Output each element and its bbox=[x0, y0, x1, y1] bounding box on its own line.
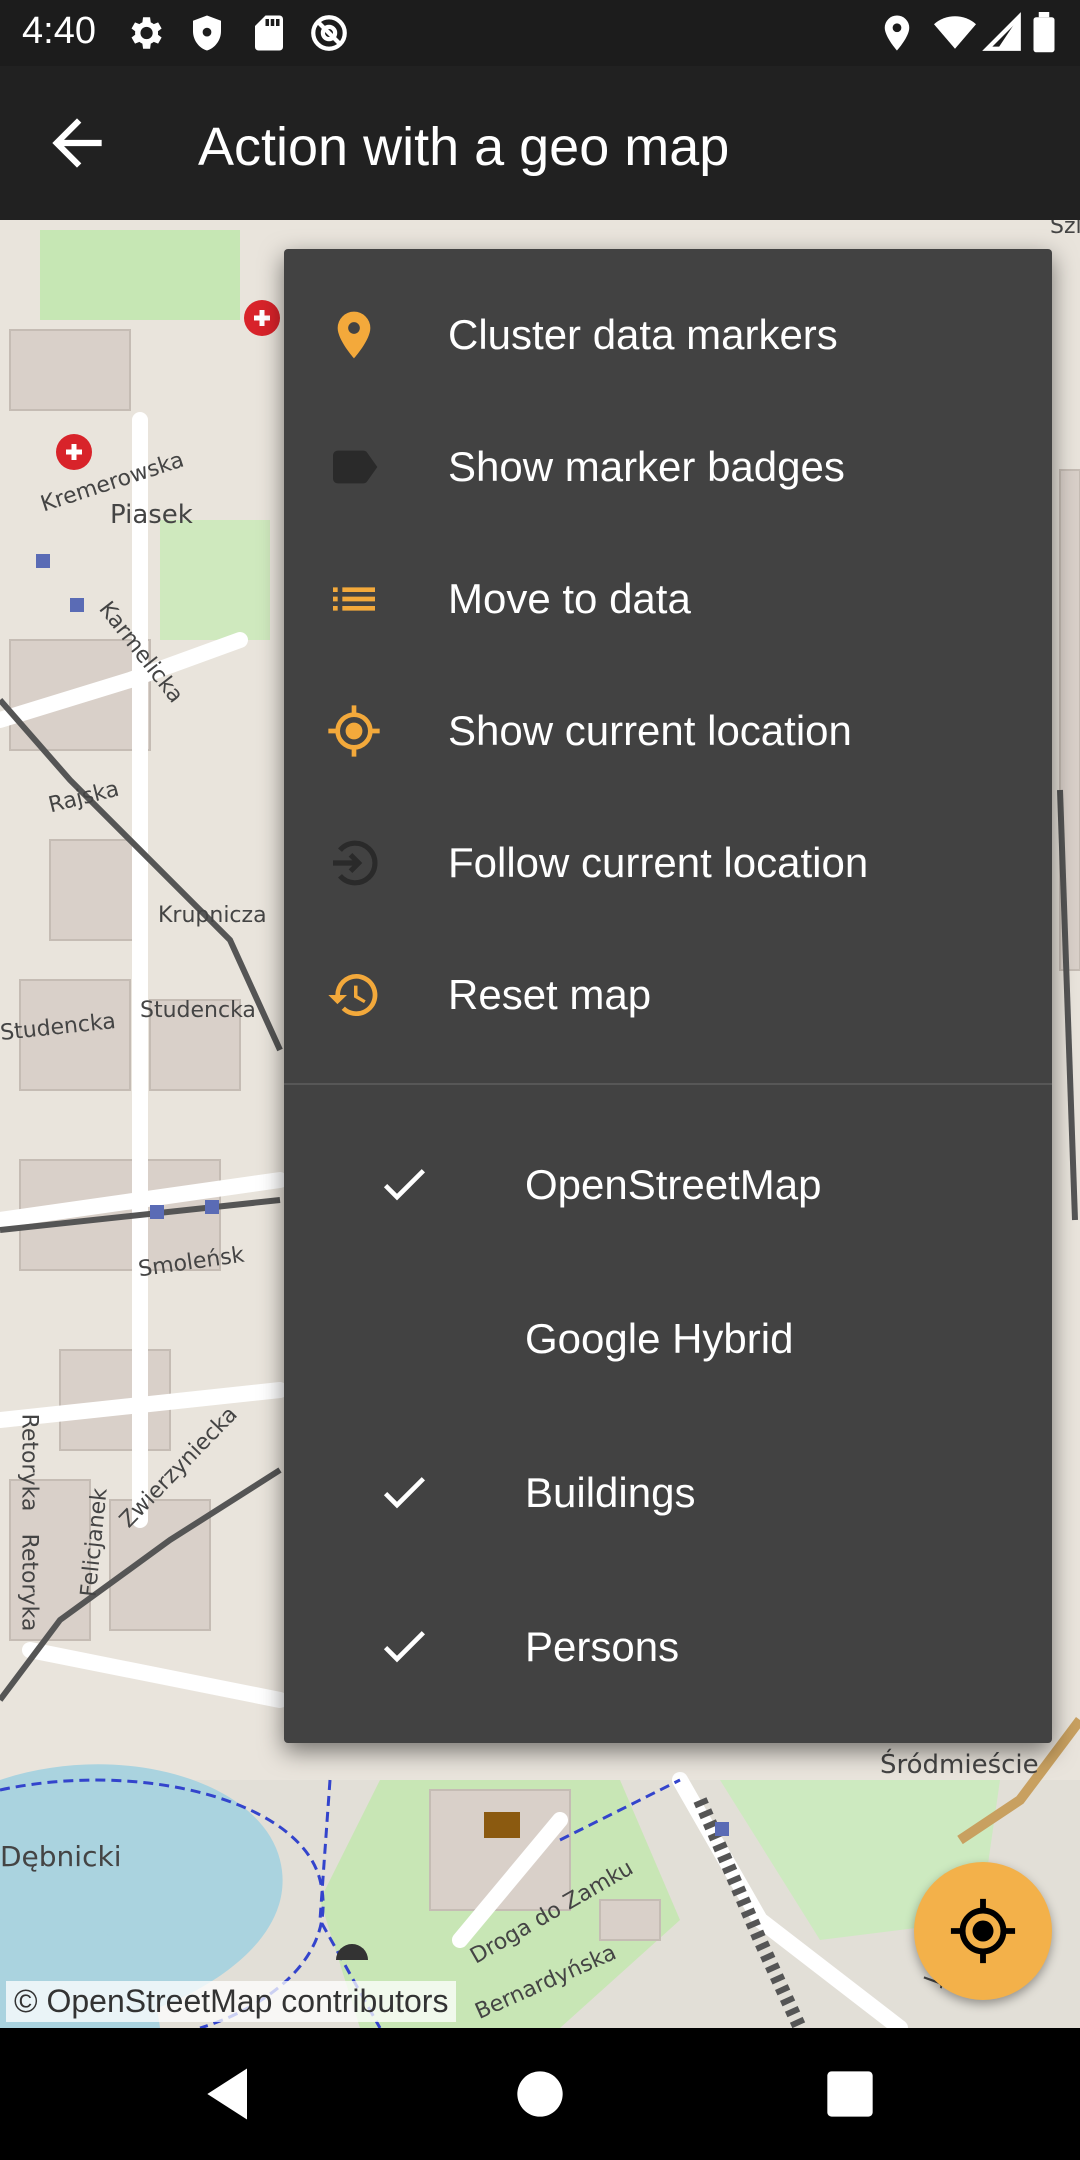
street-label: Szlak bbox=[1050, 220, 1080, 239]
menu-item-label: Show current location bbox=[448, 707, 852, 754]
check-icon bbox=[376, 1464, 432, 1520]
nav-back-icon[interactable] bbox=[196, 2060, 264, 2128]
district-label: Piasek bbox=[110, 500, 193, 530]
status-bar: 4:40 bbox=[0, 0, 1080, 66]
wifi-icon bbox=[934, 12, 976, 54]
overflow-menu: Cluster data markers Show marker badges … bbox=[284, 249, 1052, 1743]
menu-item-label: Cluster data markers bbox=[448, 311, 838, 358]
label-tag-icon bbox=[326, 439, 382, 495]
status-time: 4:40 bbox=[22, 10, 96, 52]
district-label: Śródmieście bbox=[880, 1750, 1039, 1780]
menu-item-label: Move to data bbox=[448, 575, 691, 622]
signal-icon bbox=[982, 12, 1024, 54]
layer-label: Google Hybrid bbox=[525, 1315, 794, 1362]
menu-item-cluster-data-markers[interactable]: Cluster data markers bbox=[284, 269, 1052, 401]
at-sign-icon bbox=[308, 12, 350, 54]
menu-divider bbox=[284, 1083, 1052, 1085]
menu-item-label: Follow current location bbox=[448, 839, 869, 886]
layer-label: OpenStreetMap bbox=[525, 1161, 822, 1208]
menu-item-label: Show marker badges bbox=[448, 443, 845, 490]
street-label: Krupnicza bbox=[158, 903, 267, 928]
menu-item-label: Reset map bbox=[448, 971, 652, 1018]
list-icon bbox=[326, 571, 382, 627]
layer-label: Buildings bbox=[525, 1469, 696, 1516]
marker-pin-icon bbox=[326, 307, 382, 363]
layer-item-openstreetmap[interactable]: OpenStreetMap bbox=[284, 1105, 1052, 1259]
layer-item-buildings[interactable]: Buildings bbox=[284, 1413, 1052, 1567]
district-label: Dębnicki bbox=[0, 1840, 122, 1873]
street-label: Retoryka bbox=[16, 1413, 42, 1512]
location-pin-icon bbox=[876, 12, 918, 54]
system-nav-bar bbox=[0, 2028, 1080, 2160]
page-title: Action with a geo map bbox=[198, 117, 730, 177]
sd-card-icon bbox=[248, 12, 290, 54]
layer-item-google-hybrid[interactable]: Google Hybrid bbox=[284, 1259, 1052, 1413]
shield-icon bbox=[186, 12, 228, 54]
my-location-fab[interactable] bbox=[914, 1862, 1052, 2000]
menu-item-move-to-data[interactable]: Move to data bbox=[284, 533, 1052, 665]
nav-home-icon[interactable] bbox=[506, 2060, 574, 2128]
layer-label: Persons bbox=[525, 1623, 680, 1670]
my-location-icon bbox=[326, 703, 382, 759]
battery-icon bbox=[1030, 12, 1058, 54]
nav-recents-icon[interactable] bbox=[816, 2060, 884, 2128]
menu-item-reset-map[interactable]: Reset map bbox=[284, 929, 1052, 1061]
street-label: Studencka bbox=[140, 998, 256, 1023]
my-location-icon bbox=[950, 1898, 1016, 1964]
follow-location-icon bbox=[326, 835, 382, 891]
arrow-back-icon[interactable] bbox=[40, 106, 114, 180]
app-bar: Action with a geo map bbox=[0, 66, 1080, 220]
map-attribution[interactable]: © OpenStreetMap contributors bbox=[6, 1981, 457, 2022]
menu-item-show-current-location[interactable]: Show current location bbox=[284, 665, 1052, 797]
gear-icon bbox=[124, 12, 166, 54]
layer-item-persons[interactable]: Persons bbox=[284, 1567, 1052, 1721]
menu-item-follow-current-location[interactable]: Follow current location bbox=[284, 797, 1052, 929]
history-icon bbox=[326, 967, 382, 1023]
street-label: Retoryka bbox=[16, 1533, 42, 1632]
check-icon bbox=[376, 1156, 432, 1212]
menu-item-show-marker-badges[interactable]: Show marker badges bbox=[284, 401, 1052, 533]
check-icon bbox=[376, 1618, 432, 1674]
